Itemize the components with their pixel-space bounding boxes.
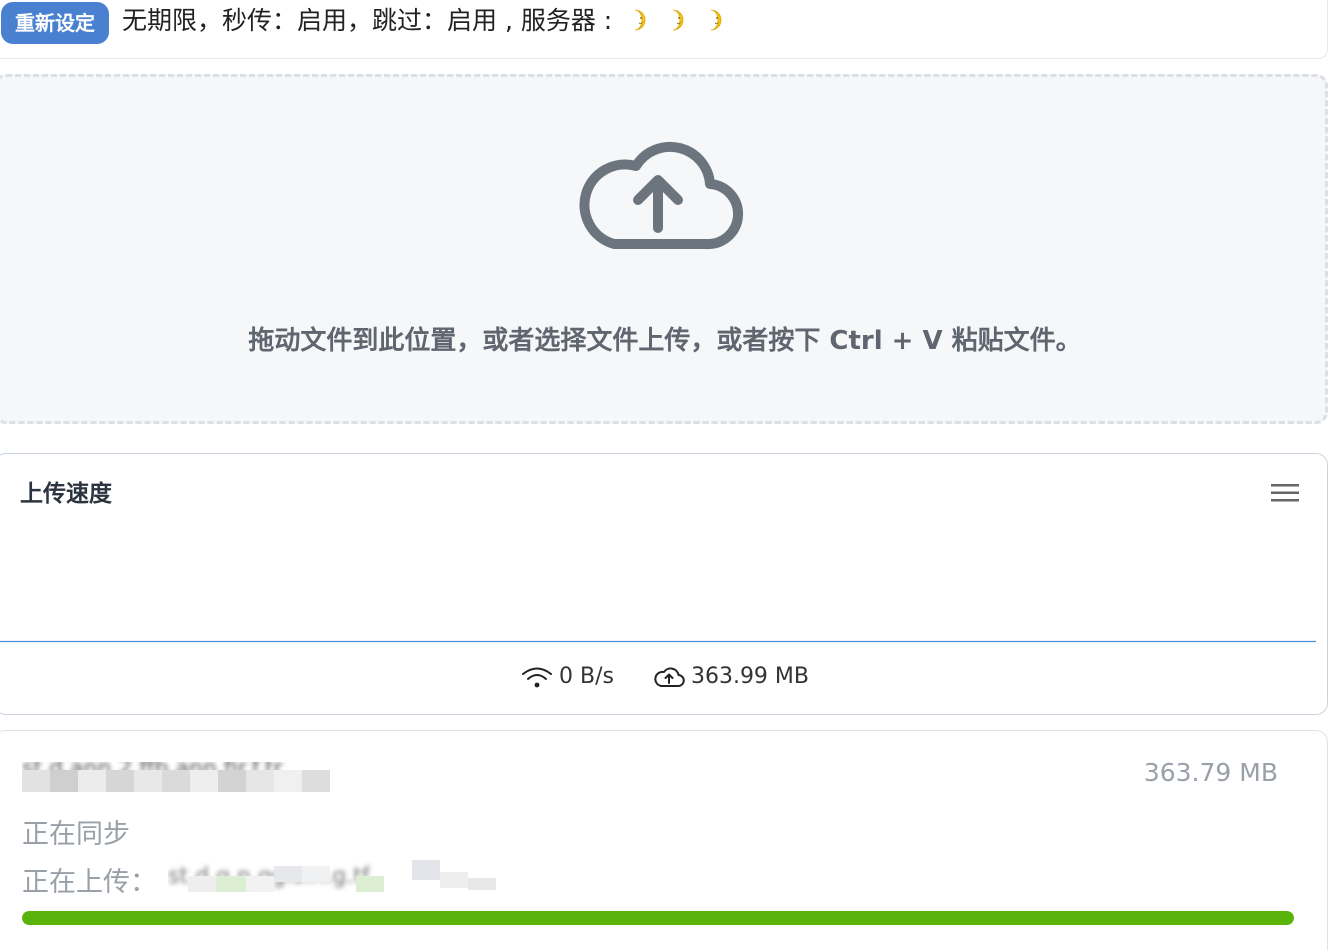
sync-status: 正在同步 [22,819,130,850]
cloud-upload-icon [654,666,685,687]
status-summary: 无期限，秒传：启用，跳过：启用 , 服务器 : [122,4,726,38]
moon-icon [673,9,684,31]
upload-progress-bar [22,911,1294,925]
reset-settings-button[interactable]: 重新设定 [1,2,109,44]
moon-icon [635,9,646,31]
speed-chart [0,640,1316,643]
current-speed: 0 B/s [521,664,614,689]
hamburger-menu-icon[interactable] [1270,482,1300,504]
panel-title: 上传速度 [20,481,112,507]
speed-stats: 0 B/s 363.99 MB [0,664,1330,695]
total-value: 363.99 MB [690,664,809,689]
uploading-label: 正在上传： [22,867,157,898]
dropzone-hint: 拖动文件到此位置，或者选择文件上传，或者按下 Ctrl + V 粘贴文件。 [248,326,1082,356]
upload-progress-fill [22,911,1294,925]
file-name: st.d.ann.2.ffb.ann.fir.f.tr [22,762,347,792]
wifi-icon [521,667,552,687]
status-text: 无期限，秒传：启用，跳过：启用 , 服务器 : [122,6,613,35]
cloud-upload-icon [579,141,744,250]
uploading-target: st.d.g.n.gg.s.n.g.tf [168,858,498,894]
upload-page: 重新设定 无期限，秒传：启用，跳过：启用 , 服务器 : 拖动文件到此位置，或者… [0,0,1330,950]
file-size: 363.79 MB [1143,758,1278,787]
speed-value: 0 B/s [558,664,614,689]
total-uploaded: 363.99 MB [653,664,809,689]
moon-icon [711,9,722,31]
